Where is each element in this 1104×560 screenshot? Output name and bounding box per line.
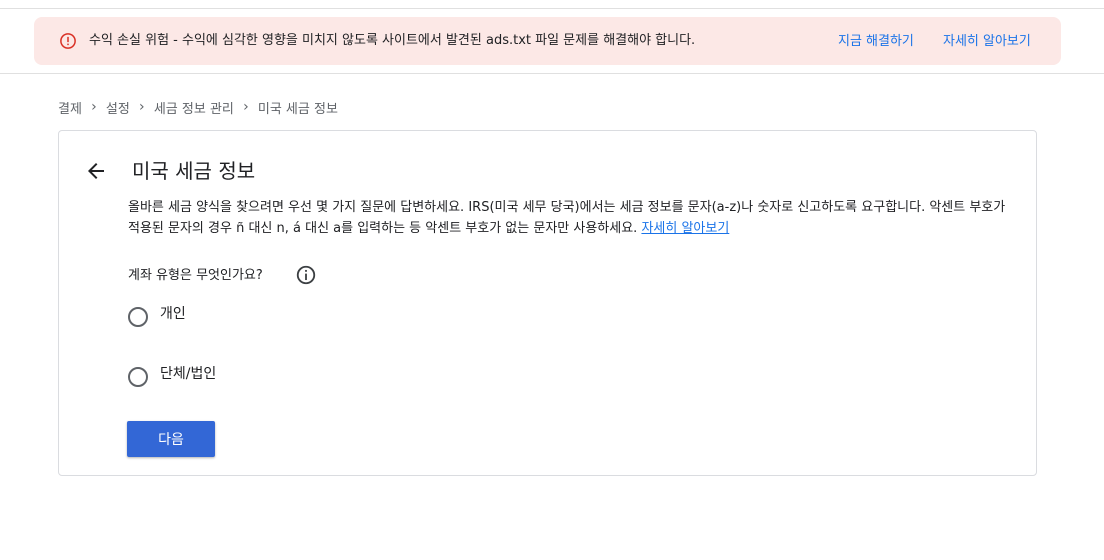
page-title: 미국 세금 정보	[132, 159, 256, 183]
top-divider	[0, 8, 1104, 9]
us-tax-info-card: 미국 세금 정보 올바른 세금 양식을 찾으려면 우선 몇 가지 질문에 답변하…	[58, 130, 1037, 476]
radio-button[interactable]	[128, 307, 148, 327]
alert-message: 수익 손실 위험 - 수익에 심각한 영향을 미치지 않도록 사이트에서 발견된…	[89, 33, 696, 48]
radio-label: 개인	[160, 306, 186, 322]
ads-txt-alert-banner: 수익 손실 위험 - 수익에 심각한 영향을 미치지 않도록 사이트에서 발견된…	[34, 17, 1061, 65]
description-learn-more-link[interactable]: 자세히 알아보기	[641, 221, 729, 236]
breadcrumb-separator: ›	[243, 99, 249, 115]
breadcrumb-payments[interactable]: 결제	[58, 98, 82, 117]
breadcrumb-settings[interactable]: 설정	[106, 98, 130, 117]
alert-learn-more-link[interactable]: 자세히 알아보기	[943, 17, 1031, 65]
breadcrumb-separator: ›	[139, 99, 145, 115]
breadcrumb-tax-info-management[interactable]: 세금 정보 관리	[154, 98, 234, 117]
next-button[interactable]: 다음	[127, 421, 215, 457]
breadcrumb: 결제 › 설정 › 세금 정보 관리 › 미국 세금 정보	[58, 97, 338, 117]
info-icon[interactable]	[295, 264, 317, 286]
error-icon	[60, 33, 76, 49]
radio-label: 단체/법인	[160, 366, 217, 382]
fix-now-link[interactable]: 지금 해결하기	[838, 17, 914, 65]
radio-option-entity[interactable]: 단체/법인	[128, 365, 216, 389]
radio-button[interactable]	[128, 367, 148, 387]
tax-info-description: 올바른 세금 양식을 찾으려면 우선 몇 가지 질문에 답변하세요. IRS(미…	[128, 197, 1008, 239]
arrow-left-icon[interactable]	[84, 159, 108, 183]
account-type-question: 계좌 유형은 무엇인가요?	[128, 268, 263, 283]
breadcrumb-separator: ›	[91, 99, 97, 115]
breadcrumb-us-tax-info: 미국 세금 정보	[257, 101, 338, 117]
header-divider	[0, 73, 1104, 74]
description-text: 올바른 세금 양식을 찾으려면 우선 몇 가지 질문에 답변하세요. IRS(미…	[128, 200, 1006, 236]
radio-option-individual[interactable]: 개인	[128, 305, 186, 329]
